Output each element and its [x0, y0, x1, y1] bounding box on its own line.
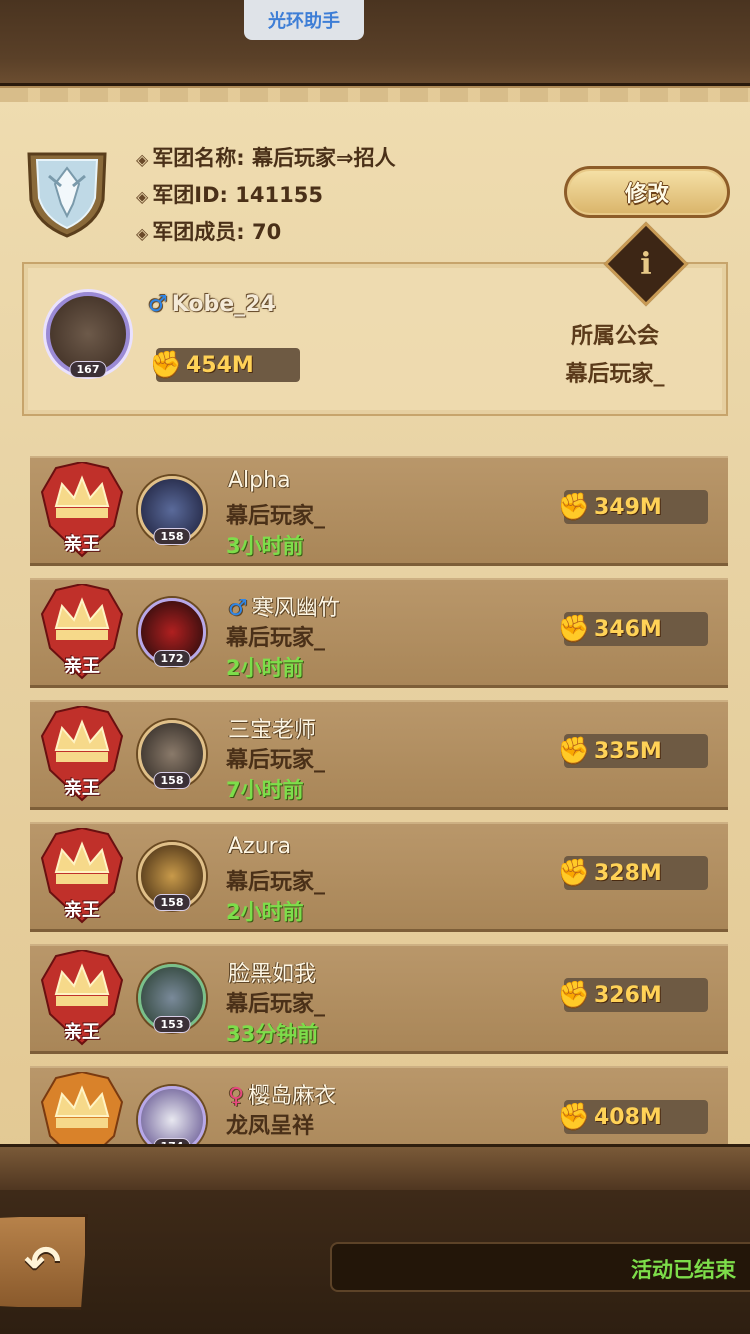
male-icon: ♂: [148, 292, 168, 317]
fist-icon: ✊: [557, 492, 591, 522]
member-power: ✊ 349M: [558, 490, 708, 524]
crown-rank-icon: 亲王: [38, 704, 126, 806]
member-power: ✊ 346M: [558, 612, 708, 646]
member-row[interactable]: 亲王 153 脸黑如我 幕后玩家_ 33分钟前 ✊ 326M: [30, 944, 728, 1054]
member-avatar[interactable]: 172: [138, 598, 206, 667]
member-guild: 幕后玩家_: [226, 626, 326, 651]
crown-rank-icon: 亲王: [38, 826, 126, 928]
app-tag[interactable]: 光环助手: [244, 0, 364, 40]
member-name: Azura: [228, 834, 292, 859]
event-status: 活动已结束: [631, 1258, 736, 1282]
guild-name-line: ◈ 军团名称: 幕后玩家⇒招人: [136, 146, 396, 170]
member-row[interactable]: 174 ♀樱岛麻衣 龙凤呈祥 ✊408M: [30, 1066, 728, 1144]
back-button[interactable]: ↶: [0, 1214, 88, 1310]
member-power: ✊ 408M: [558, 1100, 708, 1134]
status-box: 活动已结束: [330, 1242, 750, 1292]
member-name: ♂ 寒风幽竹: [228, 596, 340, 621]
diamond-icon: ◈: [136, 224, 149, 243]
member-power: ✊ 326M: [558, 978, 708, 1012]
member-list[interactable]: 亲王 158 Alpha 幕后玩家_ 3小时前 ✊ 349M 亲王 172 ♂ 寒风…: [0, 454, 750, 1144]
crown-rank-icon: [38, 1070, 126, 1144]
level-badge: 167: [69, 361, 107, 378]
crown-rank-icon: 亲王: [38, 460, 126, 562]
fist-icon: ✊: [557, 614, 591, 644]
last-online: 3小时前: [226, 534, 304, 558]
male-icon: ♂: [228, 596, 248, 621]
member-guild: 龙凤呈祥: [226, 1114, 315, 1139]
panel-bottom-edge: [0, 1144, 750, 1192]
member-name: 脸黑如我: [228, 962, 317, 987]
leader-power: ✊ 454M: [150, 348, 300, 382]
guild-emblem-icon: [22, 146, 112, 238]
member-row[interactable]: 亲王 158 Azura 幕后玩家_ 2小时前 ✊ 328M: [30, 822, 728, 932]
diamond-icon: ◈: [136, 187, 149, 206]
member-row[interactable]: 亲王 172 ♂ 寒风幽竹 幕后玩家_ 2小时前 ✊ 346M: [30, 578, 728, 688]
last-online: 7小时前: [226, 778, 304, 802]
member-guild: 幕后玩家_: [226, 992, 326, 1017]
member-avatar[interactable]: 174: [138, 1086, 206, 1144]
fist-icon: ✊: [557, 858, 591, 888]
member-name: 三宝老师: [228, 718, 317, 743]
last-online: 2小时前: [226, 900, 304, 924]
member-name: Alpha: [228, 468, 291, 493]
fist-icon: ✊: [149, 350, 183, 380]
leader-guild-name: 幕后玩家_: [565, 362, 665, 387]
member-power: ✊ 335M: [558, 734, 708, 768]
fist-icon: ✊: [557, 980, 591, 1010]
female-icon: ♀: [228, 1084, 245, 1109]
top-bar: [0, 0, 750, 86]
diamond-icon: ◈: [136, 150, 149, 169]
member-row[interactable]: 亲王 158 三宝老师 幕后玩家_ 7小时前 ✊ 335M: [30, 700, 728, 810]
member-avatar[interactable]: 158: [138, 476, 206, 545]
member-name: ♀ 樱岛麻衣: [228, 1084, 337, 1109]
member-guild: 幕后玩家_: [226, 870, 326, 895]
guild-members-line: ◈ 军团成员: 70: [136, 220, 282, 244]
guild-id-line: ◈ 军团ID: 141155: [136, 183, 323, 207]
fist-icon: ✊: [557, 1102, 591, 1132]
guild-title-label: 所属公会: [570, 324, 659, 349]
member-guild: 幕后玩家_: [226, 748, 326, 773]
member-avatar[interactable]: 153: [138, 964, 206, 1033]
leader-name: ♂ Kobe_24: [148, 292, 276, 317]
member-row[interactable]: 亲王 158 Alpha 幕后玩家_ 3小时前 ✊ 349M: [30, 456, 728, 566]
member-avatar[interactable]: 158: [138, 720, 206, 789]
leader-avatar[interactable]: 167: [46, 292, 130, 378]
edit-button[interactable]: 修改: [564, 166, 730, 218]
last-online: 2小时前: [226, 656, 304, 680]
crown-rank-icon: 亲王: [38, 582, 126, 684]
fist-icon: ✊: [557, 736, 591, 766]
member-power: ✊ 328M: [558, 856, 708, 890]
member-guild: 幕后玩家_: [226, 504, 326, 529]
member-avatar[interactable]: 158: [138, 842, 206, 911]
last-online: 33分钟前: [226, 1022, 319, 1046]
crown-rank-icon: 亲王: [38, 948, 126, 1050]
